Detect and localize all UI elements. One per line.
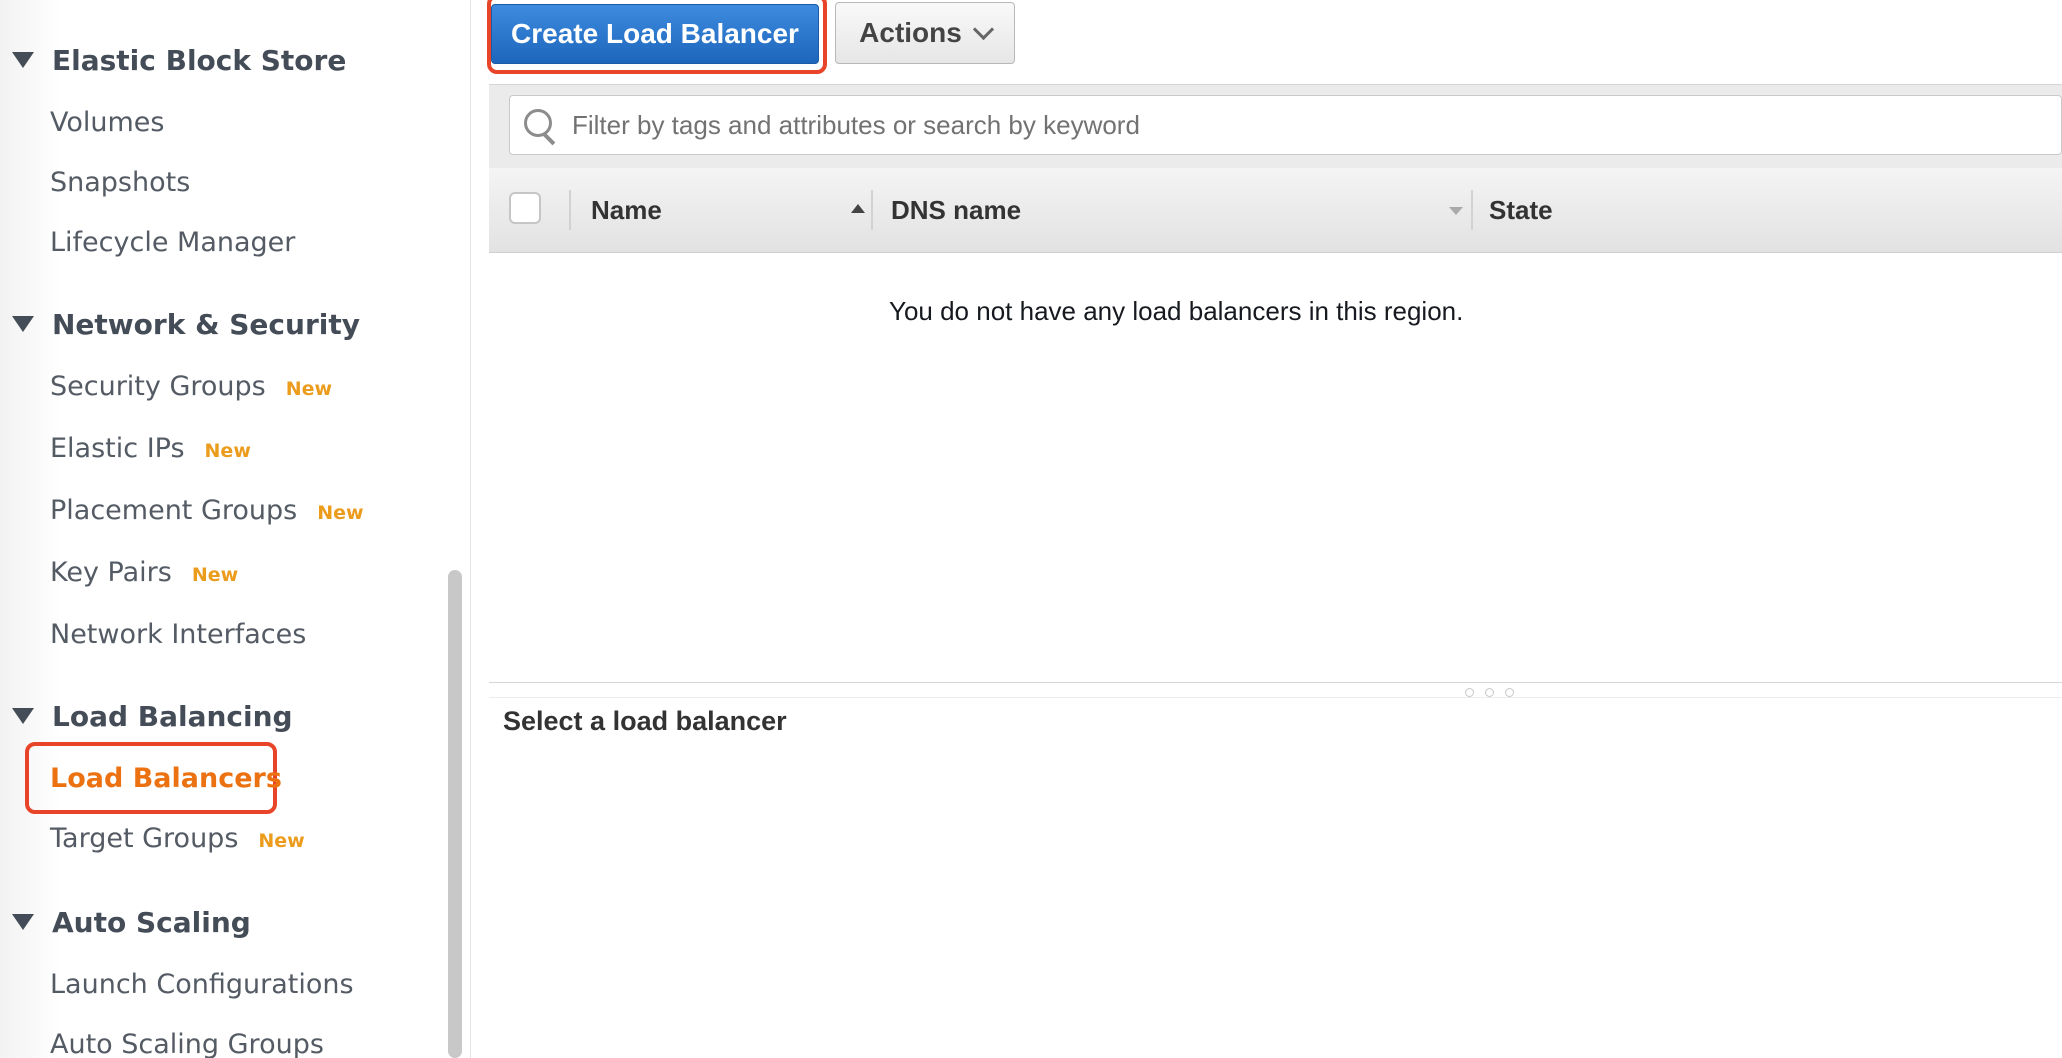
sort-ascending-icon[interactable] bbox=[851, 204, 865, 213]
filter-bar bbox=[489, 84, 2062, 169]
new-badge: New bbox=[317, 502, 364, 524]
new-badge: New bbox=[285, 378, 333, 400]
table-header: Name DNS name State bbox=[489, 168, 2062, 253]
section-title: Load Balancing bbox=[52, 699, 293, 733]
sidebar-item-launch-configurations[interactable]: Launch Configurations bbox=[50, 962, 354, 1006]
sidebar-item-security-groups[interactable]: Security Groups New bbox=[50, 364, 332, 408]
sidebar: Elastic Block Store Volumes Snapshots Li… bbox=[0, 0, 440, 1058]
sidebar-item-label: Auto Scaling Groups bbox=[50, 1028, 324, 1058]
sidebar-item-network-interfaces[interactable]: Network Interfaces bbox=[50, 612, 306, 656]
sidebar-item-label: Network Interfaces bbox=[50, 618, 307, 650]
section-network-security[interactable]: Network & Security bbox=[12, 304, 360, 344]
section-title: Network & Security bbox=[52, 307, 360, 341]
search-input[interactable] bbox=[570, 108, 2061, 142]
sidebar-item-label: Volumes bbox=[50, 106, 165, 138]
sidebar-item-placement-groups[interactable]: Placement Groups New bbox=[50, 488, 364, 532]
section-elastic-block-store[interactable]: Elastic Block Store bbox=[12, 40, 346, 80]
section-title: Auto Scaling bbox=[52, 905, 251, 939]
sidebar-item-key-pairs[interactable]: Key Pairs New bbox=[50, 550, 238, 594]
create-load-balancer-button[interactable]: Create Load Balancer bbox=[491, 4, 819, 64]
sidebar-item-label: Elastic IPs bbox=[50, 432, 185, 464]
pane-splitter[interactable] bbox=[489, 682, 2062, 698]
column-header-dns-name[interactable]: DNS name bbox=[891, 190, 1021, 230]
column-divider bbox=[871, 190, 873, 230]
section-load-balancing[interactable]: Load Balancing bbox=[12, 696, 293, 736]
sidebar-item-label: Load Balancers bbox=[50, 762, 282, 794]
section-title: Elastic Block Store bbox=[52, 43, 347, 77]
search-icon bbox=[522, 107, 558, 146]
new-badge: New bbox=[191, 564, 239, 586]
main-content: Create Load Balancer Actions Name DNS na… bbox=[471, 0, 2062, 1058]
new-badge: New bbox=[204, 440, 251, 462]
actions-label: Actions bbox=[859, 17, 962, 48]
sidebar-item-load-balancers[interactable]: Load Balancers bbox=[50, 756, 282, 800]
sort-descending-icon[interactable] bbox=[1449, 207, 1463, 215]
search-field[interactable] bbox=[509, 95, 2062, 155]
expand-triangle-icon bbox=[12, 708, 34, 724]
sidebar-item-label: Security Groups bbox=[50, 370, 266, 402]
sidebar-item-target-groups[interactable]: Target Groups New bbox=[50, 816, 305, 860]
column-divider bbox=[1471, 190, 1473, 230]
column-header-state[interactable]: State bbox=[1489, 190, 1553, 230]
sidebar-scrollbar-thumb[interactable] bbox=[448, 570, 462, 1058]
actions-dropdown-button[interactable]: Actions bbox=[835, 2, 1015, 64]
grip-dot-icon bbox=[1485, 688, 1494, 697]
sidebar-item-label: Snapshots bbox=[50, 166, 191, 198]
new-badge: New bbox=[258, 830, 305, 852]
empty-table-message: You do not have any load balancers in th… bbox=[889, 296, 1464, 326]
sidebar-item-label: Lifecycle Manager bbox=[50, 226, 296, 258]
expand-triangle-icon bbox=[12, 914, 34, 930]
grip-dot-icon bbox=[1465, 688, 1474, 697]
sidebar-item-label: Placement Groups bbox=[50, 494, 298, 526]
column-divider bbox=[569, 190, 571, 230]
select-all-checkbox[interactable] bbox=[509, 192, 541, 224]
sidebar-item-volumes[interactable]: Volumes bbox=[50, 100, 165, 144]
sidebar-item-lifecycle-manager[interactable]: Lifecycle Manager bbox=[50, 220, 295, 264]
sidebar-item-label: Target Groups bbox=[50, 822, 239, 854]
sidebar-item-label: Key Pairs bbox=[50, 556, 172, 588]
section-auto-scaling[interactable]: Auto Scaling bbox=[12, 902, 251, 942]
sidebar-item-snapshots[interactable]: Snapshots bbox=[50, 160, 190, 204]
sidebar-item-elastic-ips[interactable]: Elastic IPs New bbox=[50, 426, 251, 470]
expand-triangle-icon bbox=[12, 52, 34, 68]
grip-dot-icon bbox=[1505, 688, 1514, 697]
sidebar-item-label: Launch Configurations bbox=[50, 968, 354, 1000]
expand-triangle-icon bbox=[12, 316, 34, 332]
sidebar-item-auto-scaling-groups[interactable]: Auto Scaling Groups bbox=[50, 1022, 324, 1058]
details-panel-title: Select a load balancer bbox=[503, 706, 787, 736]
column-header-name[interactable]: Name bbox=[591, 190, 662, 230]
chevron-down-icon bbox=[972, 18, 994, 40]
